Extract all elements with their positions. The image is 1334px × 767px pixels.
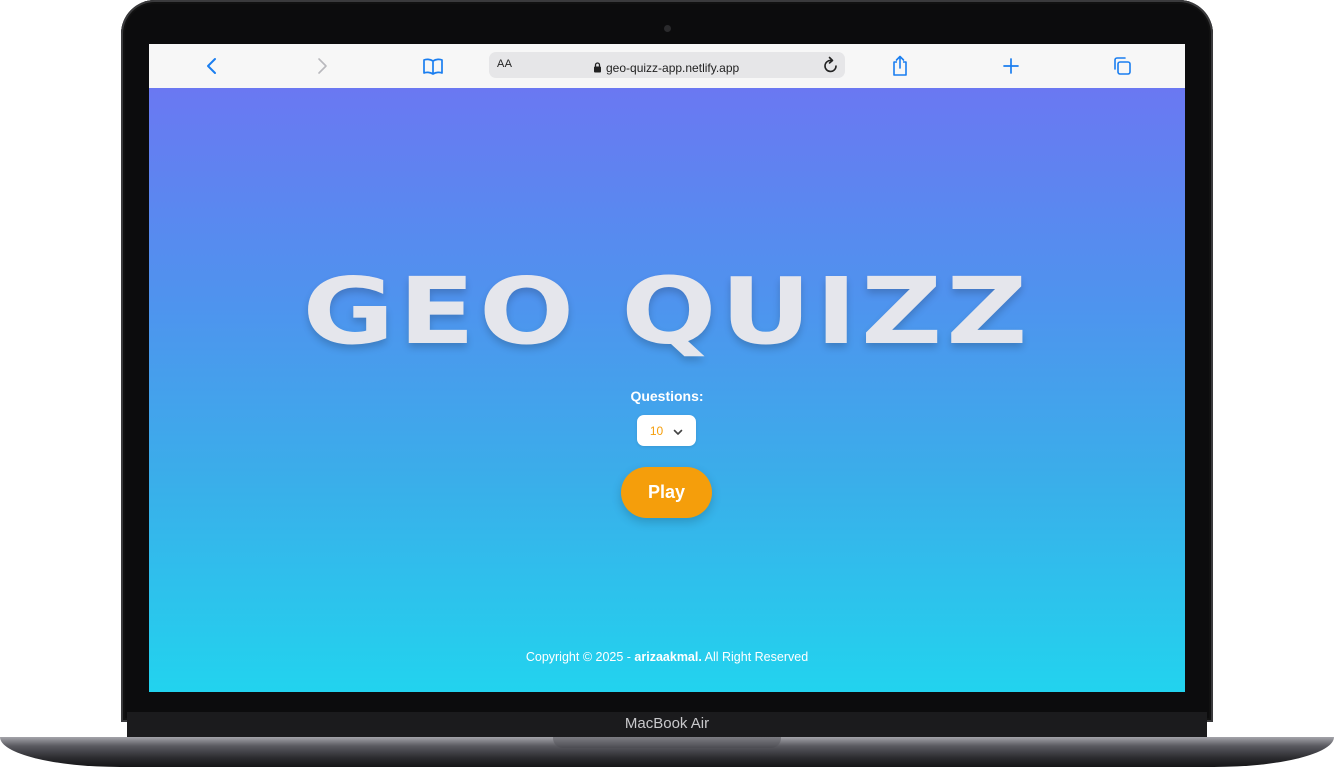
address-bar[interactable]: AA geo-quizz-app.netlify.app bbox=[489, 52, 845, 78]
laptop-hinge-notch bbox=[553, 737, 781, 748]
forward-icon[interactable] bbox=[310, 54, 334, 78]
questions-select[interactable]: 10 bbox=[637, 415, 696, 446]
copyright-suffix: All Right Reserved bbox=[701, 650, 809, 664]
questions-select-value: 10 bbox=[649, 423, 664, 438]
reload-icon[interactable] bbox=[823, 56, 839, 78]
browser-toolbar: AA geo-quizz-app.netlify.app bbox=[149, 44, 1185, 89]
copyright-footer: Copyright © 2025 - arizaakmal. All Right… bbox=[149, 650, 1185, 664]
lock-icon bbox=[593, 58, 602, 77]
url-text: geo-quizz-app.netlify.app bbox=[606, 60, 740, 75]
quiz-page: GEO QUIZZ Questions: 10 Play Copyright ©… bbox=[149, 88, 1185, 692]
author-name: arizaakmal. bbox=[634, 650, 702, 664]
questions-label: Questions: bbox=[630, 388, 704, 404]
camera-icon bbox=[664, 25, 671, 32]
copyright-prefix: Copyright © 2025 - bbox=[525, 650, 635, 664]
reader-aa-button[interactable]: AA bbox=[497, 58, 512, 70]
back-icon[interactable] bbox=[200, 54, 224, 78]
device-label: MacBook Air bbox=[624, 715, 710, 732]
play-button[interactable]: Play bbox=[621, 467, 712, 518]
share-icon[interactable] bbox=[888, 54, 912, 78]
bookmarks-icon[interactable] bbox=[421, 54, 445, 78]
new-tab-icon[interactable] bbox=[999, 54, 1023, 78]
page-title: GEO QUIZZ bbox=[302, 258, 1032, 366]
tabs-icon[interactable] bbox=[1110, 54, 1134, 78]
chevron-down-icon bbox=[673, 421, 683, 440]
browser-window: AA geo-quizz-app.netlify.app GEO QUIZZ Q… bbox=[149, 44, 1185, 692]
